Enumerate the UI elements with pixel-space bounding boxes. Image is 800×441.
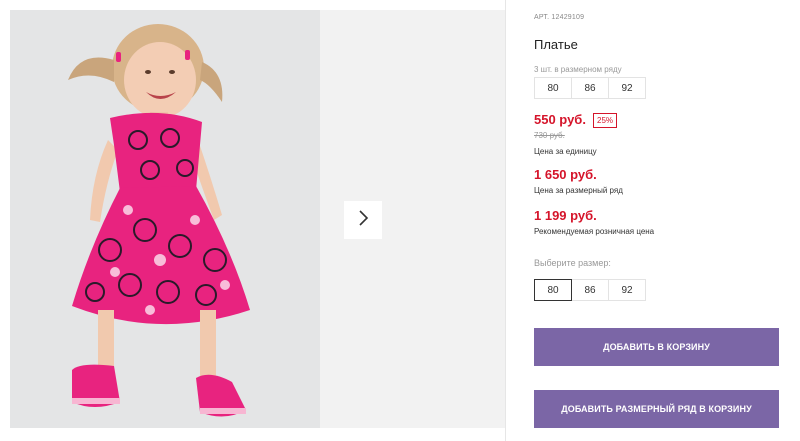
article-number: АРТ. 12429109 — [534, 14, 585, 21]
unit-price: 550 руб. — [534, 112, 586, 127]
product-photo[interactable] — [10, 10, 320, 428]
choose-size-label: Выберите размер: — [534, 258, 611, 268]
product-title: Платье — [534, 37, 578, 52]
child-in-dress-image — [10, 10, 320, 428]
next-image-button[interactable] — [344, 201, 382, 239]
row-price: 1 650 руб. — [534, 167, 597, 182]
add-to-cart-button[interactable]: ДОБАВИТЬ В КОРЗИНУ — [534, 328, 779, 366]
size-row-item: 80 — [534, 77, 572, 99]
old-price: 730 руб. — [534, 131, 565, 140]
size-option-86[interactable]: 86 — [571, 279, 609, 301]
recommended-price-label: Рекомендуемая розничная цена — [534, 227, 655, 236]
size-row-item: 92 — [608, 77, 646, 99]
size-option-92[interactable]: 92 — [608, 279, 646, 301]
size-row-note: 3 шт. в размерном ряду — [534, 65, 622, 74]
discount-badge: 25% — [593, 113, 618, 128]
add-size-row-to-cart-button[interactable]: ДОБАВИТЬ РАЗМЕРНЫЙ РЯД В КОРЗИНУ — [534, 390, 779, 428]
recommended-price: 1 199 руб. — [534, 208, 597, 223]
chevron-right-icon — [357, 209, 369, 231]
size-option-80[interactable]: 80 — [534, 279, 572, 301]
unit-price-label: Цена за единицу — [534, 147, 597, 156]
product-gallery — [10, 10, 505, 428]
size-row-contents: 80 86 92 — [534, 77, 646, 99]
size-selector: 80 86 92 — [534, 279, 646, 301]
row-price-label: Цена за размерный ряд — [534, 186, 623, 195]
panel-divider — [505, 0, 506, 441]
size-row-item: 86 — [571, 77, 609, 99]
